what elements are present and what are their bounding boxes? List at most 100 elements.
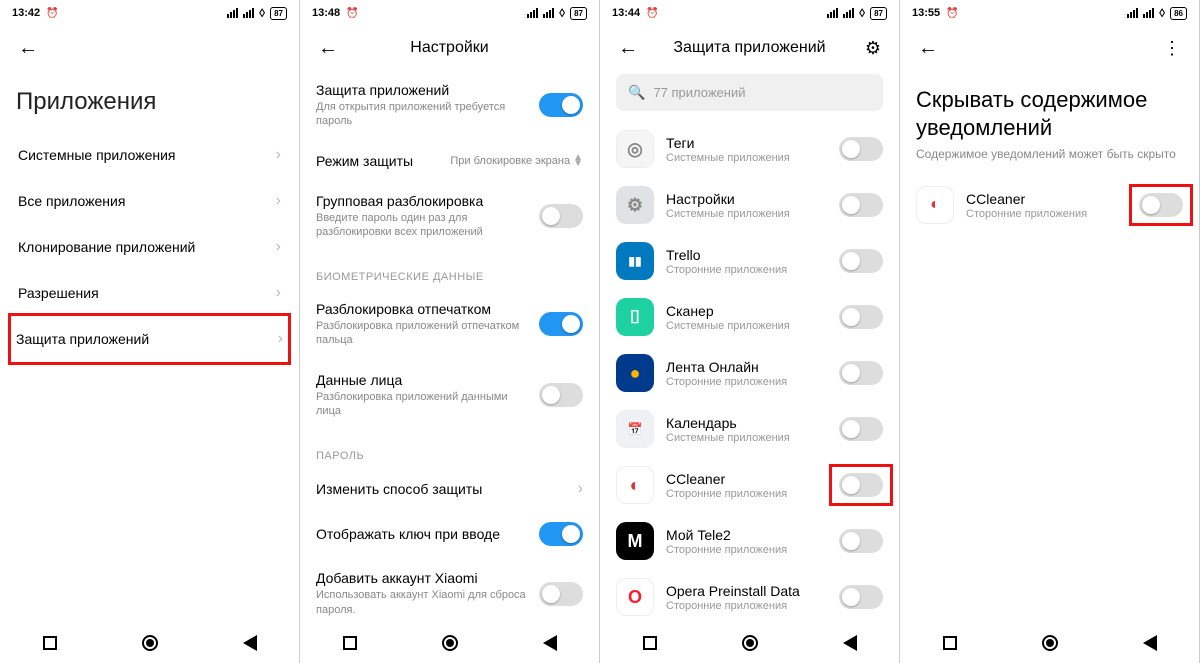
toggle-switch[interactable] (539, 93, 583, 117)
app-icon: ⌷ (616, 298, 654, 336)
signal-icon (243, 8, 254, 18)
toggle-switch[interactable] (539, 582, 583, 606)
menu-app-protection[interactable]: Защита приложений › (8, 313, 291, 365)
setting-face[interactable]: Данные лица Разблокировка приложений дан… (316, 360, 583, 431)
toggle-switch[interactable] (839, 417, 883, 441)
setting-label: Режим защиты (316, 153, 440, 169)
menu-system-apps[interactable]: Системные приложения › (16, 132, 283, 178)
header: ← Защита приложений ⚙ (600, 26, 899, 70)
app-row[interactable]: ◐ CCleaner Сторонние приложения (616, 457, 883, 513)
setting-app-protection[interactable]: Защита приложений Для открытия приложени… (316, 70, 583, 141)
toggle-switch[interactable] (839, 305, 883, 329)
app-row[interactable]: ⌷ Сканер Системные приложения (616, 289, 883, 345)
recent-apps-button[interactable] (643, 636, 657, 650)
toggle-switch[interactable] (839, 249, 883, 273)
app-icon: ◐ (916, 186, 954, 224)
back-icon[interactable]: ← (14, 33, 42, 64)
updown-icon: ▲▼ (573, 155, 583, 167)
back-icon[interactable]: ← (914, 33, 942, 64)
alarm-icon (646, 7, 658, 19)
app-row[interactable]: ▮▮ Trello Сторонние приложения (616, 233, 883, 289)
status-bar: 13:48 ◊ 87 (300, 0, 599, 26)
app-category: Сторонние приложения (966, 208, 1127, 220)
setting-fingerprint[interactable]: Разблокировка отпечатком Разблокировка п… (316, 289, 583, 360)
settings-icon[interactable]: ⚙ (861, 34, 885, 63)
back-button[interactable] (1143, 635, 1157, 651)
status-bar: 13:55 ◊ 86 (900, 0, 1199, 26)
back-button[interactable] (843, 635, 857, 651)
toggle-container (839, 137, 883, 161)
nav-bar (300, 623, 599, 663)
app-category: Сторонние приложения (666, 264, 827, 276)
toggle-switch[interactable] (839, 473, 883, 497)
toggle-switch[interactable] (539, 522, 583, 546)
menu-permissions[interactable]: Разрешения › (16, 270, 283, 316)
search-placeholder: 77 приложений (653, 85, 745, 100)
app-name: Trello (666, 247, 827, 263)
setting-group-unlock[interactable]: Групповая разблокировка Введите пароль о… (316, 181, 583, 252)
search-icon: 🔍 (628, 84, 645, 101)
app-row-ccleaner[interactable]: ◐ CCleaner Сторонние приложения (916, 177, 1183, 233)
signal-icon (1143, 8, 1154, 18)
toggle-switch[interactable] (839, 361, 883, 385)
app-icon: O (616, 578, 654, 616)
signal-icon (227, 8, 238, 18)
setting-show-key[interactable]: Отображать ключ при вводе (316, 510, 583, 558)
screen-app-protection-list: 13:44 ◊ 87 ← Защита приложений ⚙ 🔍 77 пр… (600, 0, 900, 663)
app-category: Системные приложения (666, 320, 827, 332)
nav-bar (900, 623, 1199, 663)
toggle-switch[interactable] (839, 585, 883, 609)
recent-apps-button[interactable] (943, 636, 957, 650)
setting-sub: Использовать аккаунт Xiaomi для сброса п… (316, 588, 529, 617)
wifi-icon: ◊ (1159, 6, 1165, 20)
toggle-switch[interactable] (539, 383, 583, 407)
setting-add-xiaomi[interactable]: Добавить аккаунт Xiaomi Использовать акк… (316, 558, 583, 623)
section-password: ПАРОЛЬ (316, 430, 583, 468)
recent-apps-button[interactable] (343, 636, 357, 650)
back-icon[interactable]: ← (614, 33, 642, 64)
toggle-switch[interactable] (839, 137, 883, 161)
menu-clone-apps[interactable]: Клонирование приложений › (16, 224, 283, 270)
toggle-switch[interactable] (539, 312, 583, 336)
app-row[interactable]: ⚙ Настройки Системные приложения (616, 177, 883, 233)
back-icon[interactable]: ← (314, 33, 342, 64)
app-name: CCleaner (666, 471, 827, 487)
app-row[interactable]: ◎ Теги Системные приложения (616, 121, 883, 177)
toggle-switch[interactable] (539, 204, 583, 228)
setting-sub: Для открытия приложений требуется пароль (316, 100, 529, 129)
app-row[interactable]: 📅 Календарь Системные приложения (616, 401, 883, 457)
setting-change-method[interactable]: Изменить способ защиты › (316, 468, 583, 510)
back-button[interactable] (243, 635, 257, 651)
status-bar: 13:44 ◊ 87 (600, 0, 899, 26)
app-category: Сторонние приложения (666, 600, 827, 612)
menu-label: Системные приложения (18, 147, 176, 163)
home-button[interactable] (1042, 635, 1058, 651)
wifi-icon: ◊ (859, 6, 865, 20)
search-input[interactable]: 🔍 77 приложений (616, 74, 883, 111)
app-row[interactable]: M Мой Tele2 Сторонние приложения (616, 513, 883, 569)
screen-hide-notifications: 13:55 ◊ 86 ← ⋮ Скрывать содержимое уведо… (900, 0, 1200, 663)
recent-apps-button[interactable] (43, 636, 57, 650)
status-time: 13:44 (612, 7, 640, 19)
page-subtitle: Содержимое уведомлений может быть скрыто (916, 147, 1183, 177)
alarm-icon (946, 7, 958, 19)
signal-icon (543, 8, 554, 18)
back-button[interactable] (543, 635, 557, 651)
home-button[interactable] (742, 635, 758, 651)
setting-label: Изменить способ защиты (316, 481, 568, 497)
app-category: Системные приложения (666, 432, 827, 444)
toggle-switch[interactable] (839, 193, 883, 217)
toggle-switch[interactable] (839, 529, 883, 553)
toggle-switch[interactable] (1139, 193, 1183, 217)
home-button[interactable] (142, 635, 158, 651)
menu-all-apps[interactable]: Все приложения › (16, 178, 283, 224)
toggle-container (839, 585, 883, 609)
setting-sub: Введите пароль один раз для разблокировк… (316, 211, 529, 240)
nav-bar (0, 623, 299, 663)
setting-protection-mode[interactable]: Режим защиты При блокировке экрана ▲▼ (316, 141, 583, 181)
more-icon[interactable]: ⋮ (1159, 34, 1185, 63)
app-row[interactable]: O Opera Preinstall Data Сторонние прилож… (616, 569, 883, 623)
home-button[interactable] (442, 635, 458, 651)
app-row[interactable]: ● Лента Онлайн Сторонние приложения (616, 345, 883, 401)
highlight-box (835, 469, 887, 501)
